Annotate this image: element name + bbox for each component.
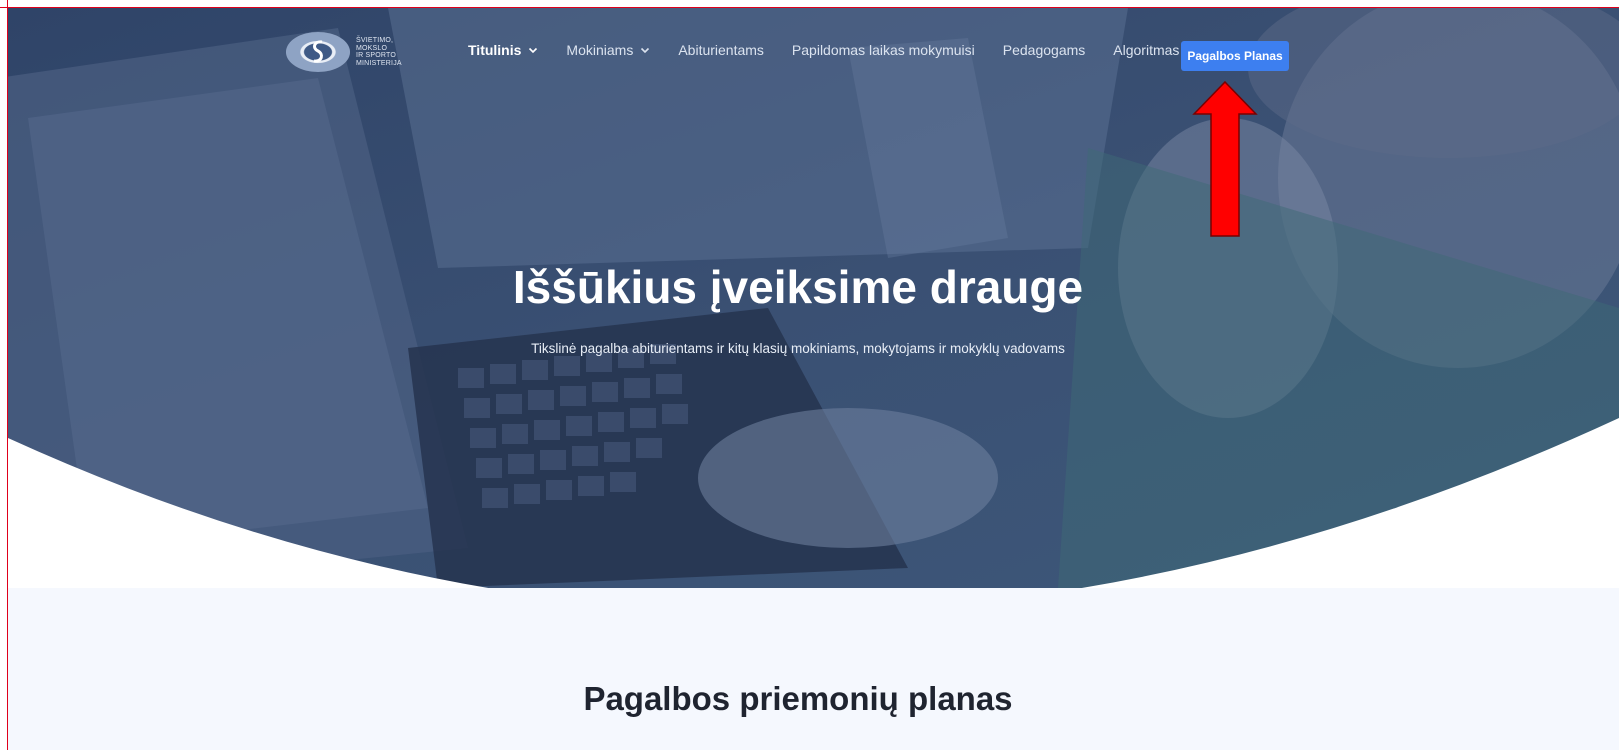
nav-item-papildomas-laikas[interactable]: Papildomas laikas mokymuisi xyxy=(792,42,975,58)
section-title: Pagalbos priemonių planas xyxy=(583,680,1013,717)
nav-item-label: Papildomas laikas mokymuisi xyxy=(791,42,975,58)
nav-item-label: Pedagogams xyxy=(1002,42,1086,58)
hero-subtitle: Tikslinė pagalba abiturientams ir kitų k… xyxy=(531,341,1065,356)
nav-item-label: Algoritmas xyxy=(1113,42,1180,58)
nav-item-mokiniams[interactable]: Mokiniams xyxy=(566,42,650,58)
plan-section: Pagalbos priemonių planas xyxy=(8,588,1619,750)
ministry-logo-text: ŠVIETIMO, MOKSLO IR SPORTO MINISTERIJA xyxy=(356,37,402,67)
ministry-emblem-icon xyxy=(286,32,350,72)
chevron-down-icon xyxy=(641,47,650,54)
red-arrow-up-icon xyxy=(1192,80,1258,237)
nav-item-algoritmas[interactable]: Algoritmas xyxy=(1113,42,1179,58)
nav-menu: Titulinis Mokiniams Abiturientams Papild… xyxy=(468,42,1207,58)
pagalbos-planas-button[interactable]: Pagalbos Planas xyxy=(1181,41,1289,71)
nav-item-titulinis[interactable]: Titulinis xyxy=(468,42,538,58)
nav-item-abiturientams[interactable]: Abiturientams xyxy=(678,42,764,58)
nav-item-label: Abiturientams xyxy=(678,42,764,58)
hero-banner: ŠVIETIMO, MOKSLO IR SPORTO MINISTERIJA T… xyxy=(8,8,1619,588)
top-navigation: ŠVIETIMO, MOKSLO IR SPORTO MINISTERIJA T… xyxy=(8,8,1619,88)
ministry-logo[interactable]: ŠVIETIMO, MOKSLO IR SPORTO MINISTERIJA xyxy=(286,30,414,74)
nav-item-label: Mokiniams xyxy=(566,42,634,58)
chevron-down-icon xyxy=(529,47,538,54)
nav-item-pedagogams[interactable]: Pedagogams xyxy=(1003,42,1086,58)
nav-item-label: Titulinis xyxy=(468,42,522,58)
hero-title: Iššūkius įveiksime drauge xyxy=(512,261,1084,313)
